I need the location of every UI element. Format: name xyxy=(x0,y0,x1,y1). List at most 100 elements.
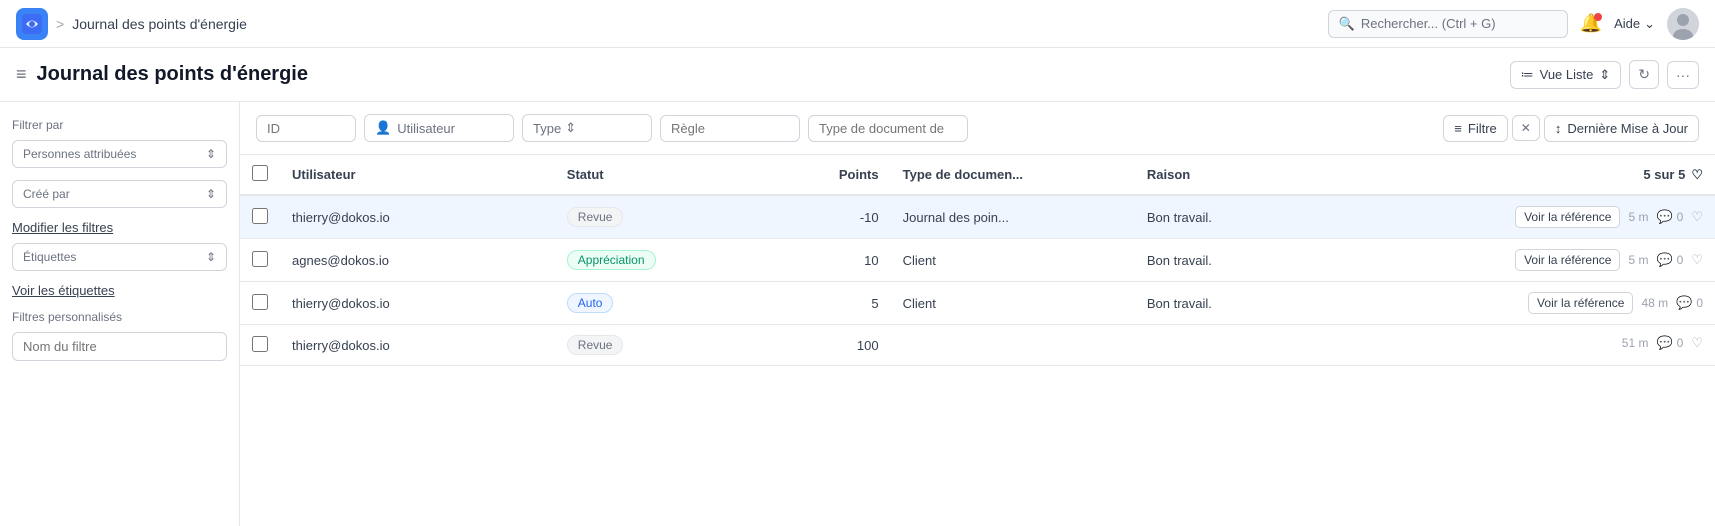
type-chevron-icon: ⇕ xyxy=(565,120,576,136)
refresh-button[interactable]: ↻ xyxy=(1629,60,1659,89)
cell-raison: Bon travail. xyxy=(1135,282,1318,325)
etiquettes-label: Étiquettes xyxy=(23,250,76,264)
sort-icon: ↕ xyxy=(1555,121,1562,136)
voir-reference-button[interactable]: Voir la référence xyxy=(1515,206,1620,228)
table-row: agnes@dokos.ioAppréciation10ClientBon tr… xyxy=(240,239,1715,282)
type-filter[interactable]: Type ⇕ xyxy=(522,114,652,142)
heart-icon[interactable]: ♡ xyxy=(1691,209,1703,225)
cell-actions: Voir la référence 5 m 💬0 ♡ xyxy=(1318,239,1715,281)
page-title: Journal des points d'énergie xyxy=(37,63,308,86)
view-list-button[interactable]: ≔ Vue Liste ⇕ xyxy=(1510,61,1622,89)
cree-par-chevron-icon: ⇕ xyxy=(206,187,216,201)
header-checkbox xyxy=(240,155,280,195)
voir-reference-button[interactable]: Voir la référence xyxy=(1515,249,1620,271)
type-doc-filter-input[interactable] xyxy=(808,115,968,142)
comment-icon: 💬 xyxy=(1656,252,1672,268)
filter-label: Filtre xyxy=(1468,121,1497,136)
heart-header-icon: ♡ xyxy=(1691,167,1703,183)
comment-count: 💬0 xyxy=(1656,335,1683,351)
row-checkbox[interactable] xyxy=(252,251,268,267)
voir-etiquettes-link[interactable]: Voir les étiquettes xyxy=(12,283,227,298)
utilisateur-filter-label: Utilisateur xyxy=(397,121,455,136)
sort-button[interactable]: ↕ Dernière Mise à Jour xyxy=(1544,115,1699,142)
filter-actions: ≡ Filtre ✕ ↕ Dernière Mise à Jour xyxy=(1443,115,1699,142)
page-header: ≡ Journal des points d'énergie ≔ Vue Lis… xyxy=(0,48,1715,102)
user-avatar[interactable] xyxy=(1667,8,1699,40)
cell-utilisateur: thierry@dokos.io xyxy=(280,325,555,366)
personnes-attribuees-filter[interactable]: Personnes attribuées ⇕ xyxy=(12,140,227,168)
nom-filtre-input[interactable] xyxy=(12,332,227,361)
cell-points: 100 xyxy=(769,325,891,366)
cree-par-filter[interactable]: Créé par ⇕ xyxy=(12,180,227,208)
cell-type-document: Journal des poin... xyxy=(891,195,1135,239)
cell-raison: Bon travail. xyxy=(1135,195,1318,239)
comment-icon: 💬 xyxy=(1656,335,1672,351)
cell-actions: Voir la référence5 m💬0♡ xyxy=(1318,196,1715,238)
etiquettes-filter[interactable]: Étiquettes ⇕ xyxy=(12,243,227,271)
filter-button[interactable]: ≡ Filtre xyxy=(1443,115,1507,142)
status-badge: Auto xyxy=(567,293,614,313)
header-raison: Raison xyxy=(1135,155,1318,195)
comment-count: 💬0 xyxy=(1676,295,1703,311)
cell-points: 5 xyxy=(769,282,891,325)
sidebar: Filtrer par Personnes attribuées ⇕ Créé … xyxy=(0,102,240,526)
data-table: Utilisateur Statut Points Type de docume… xyxy=(240,155,1715,366)
help-button[interactable]: Aide ⌄ xyxy=(1614,16,1655,32)
comment-count: 💬0 xyxy=(1656,252,1683,268)
filter-close-button[interactable]: ✕ xyxy=(1512,115,1540,141)
cell-utilisateur: thierry@dokos.io xyxy=(280,282,555,325)
cell-type-document xyxy=(891,325,1135,366)
comment-number: 0 xyxy=(1696,296,1703,310)
main-layout: Filtrer par Personnes attribuées ⇕ Créé … xyxy=(0,102,1715,526)
search-box[interactable]: 🔍 Rechercher... (Ctrl + G) xyxy=(1328,10,1568,38)
personnes-chevron-icon: ⇕ xyxy=(206,147,216,161)
comment-count: 💬0 xyxy=(1656,209,1683,225)
heart-icon[interactable]: ♡ xyxy=(1691,252,1703,268)
notification-dot xyxy=(1594,13,1602,21)
more-icon: ··· xyxy=(1676,67,1690,83)
cell-raison xyxy=(1135,325,1318,366)
row-checkbox[interactable] xyxy=(252,294,268,310)
id-filter-input[interactable] xyxy=(256,115,356,142)
app-logo[interactable] xyxy=(16,8,48,40)
cell-utilisateur: agnes@dokos.io xyxy=(280,239,555,282)
more-options-button[interactable]: ··· xyxy=(1667,61,1699,89)
close-icon: ✕ xyxy=(1521,121,1531,135)
header-count: 5 sur 5 ♡ xyxy=(1318,155,1715,195)
breadcrumb-title: Journal des points d'énergie xyxy=(72,16,247,32)
type-filter-label: Type xyxy=(533,121,561,136)
time-ago: 5 m xyxy=(1628,253,1648,267)
table-body: thierry@dokos.ioRevue-10Journal des poin… xyxy=(240,195,1715,366)
voir-reference-button[interactable]: Voir la référence xyxy=(1528,292,1633,314)
modifier-filtres-link[interactable]: Modifier les filtres xyxy=(12,220,227,235)
header-right: ≔ Vue Liste ⇕ ↻ ··· xyxy=(1510,60,1699,89)
search-placeholder: Rechercher... (Ctrl + G) xyxy=(1361,16,1496,31)
aide-label: Aide xyxy=(1614,16,1640,31)
table-row: thierry@dokos.ioRevue10051 m💬0♡ xyxy=(240,325,1715,366)
row-count: 5 sur 5 xyxy=(1643,167,1685,182)
notifications-button[interactable]: 🔔 xyxy=(1580,13,1602,34)
cell-points: 10 xyxy=(769,239,891,282)
top-navigation: > Journal des points d'énergie 🔍 Recherc… xyxy=(0,0,1715,48)
header-utilisateur: Utilisateur xyxy=(280,155,555,195)
user-icon: 👤 xyxy=(375,120,391,136)
row-checkbox[interactable] xyxy=(252,336,268,352)
header-left: ≡ Journal des points d'énergie xyxy=(16,63,308,86)
menu-icon[interactable]: ≡ xyxy=(16,64,27,85)
view-list-icon: ≔ xyxy=(1521,67,1534,83)
comment-icon: 💬 xyxy=(1676,295,1692,311)
cell-utilisateur: thierry@dokos.io xyxy=(280,195,555,239)
filter-bar: 👤 Utilisateur Type ⇕ ≡ Filtre ✕ ↕ Dern xyxy=(240,102,1715,155)
heart-icon[interactable]: ♡ xyxy=(1691,335,1703,351)
main-content: 👤 Utilisateur Type ⇕ ≡ Filtre ✕ ↕ Dern xyxy=(240,102,1715,526)
regle-filter-input[interactable] xyxy=(660,115,800,142)
status-badge: Revue xyxy=(567,207,624,227)
utilisateur-filter[interactable]: 👤 Utilisateur xyxy=(364,114,514,142)
status-badge: Revue xyxy=(567,335,624,355)
comment-number: 0 xyxy=(1677,336,1684,350)
row-checkbox[interactable] xyxy=(252,208,268,224)
select-all-checkbox[interactable] xyxy=(252,165,268,181)
status-badge: Appréciation xyxy=(567,250,656,270)
filtres-perso-label: Filtres personnalisés xyxy=(12,310,227,324)
cell-statut: Appréciation xyxy=(555,239,769,282)
